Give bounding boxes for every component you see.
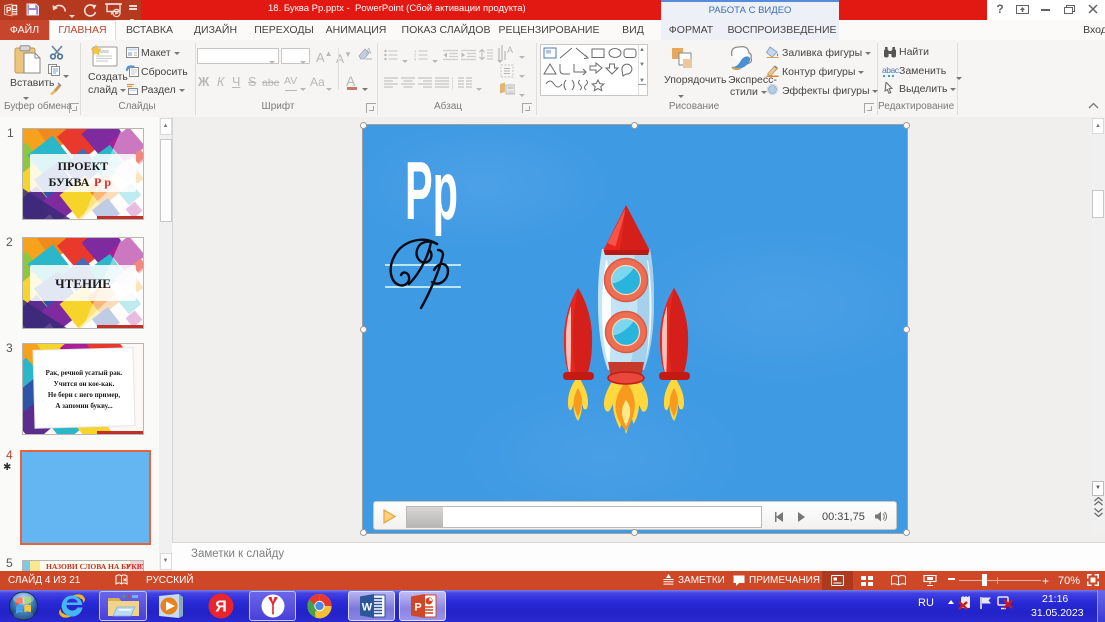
svg-text:ЧТЕНИЕ: ЧТЕНИЕ [55,276,111,291]
svg-text:Р: Р [126,562,131,571]
svg-text:БУКВА: БУКВА [49,175,90,189]
svg-text:A: A [366,47,372,56]
svg-text:Я: Я [215,599,227,616]
svg-text:P: P [6,6,12,15]
svg-text:Учится он кое-как.: Учится он кое-как. [54,380,115,388]
svg-text:A: A [507,45,513,55]
svg-text:ПРОЕКТ: ПРОЕКТ [58,159,109,173]
svg-text:P: P [414,602,421,614]
svg-text:Р р: Р р [94,175,111,189]
svg-text:А запомни букву...: А запомни букву... [55,402,113,410]
svg-text:Не бери с него пример,: Не бери с него пример, [48,391,120,399]
svg-text:W: W [362,602,373,614]
svg-text:Рак, речной усатый рак.: Рак, речной усатый рак. [45,369,122,377]
svg-text:3: 3 [414,57,417,62]
